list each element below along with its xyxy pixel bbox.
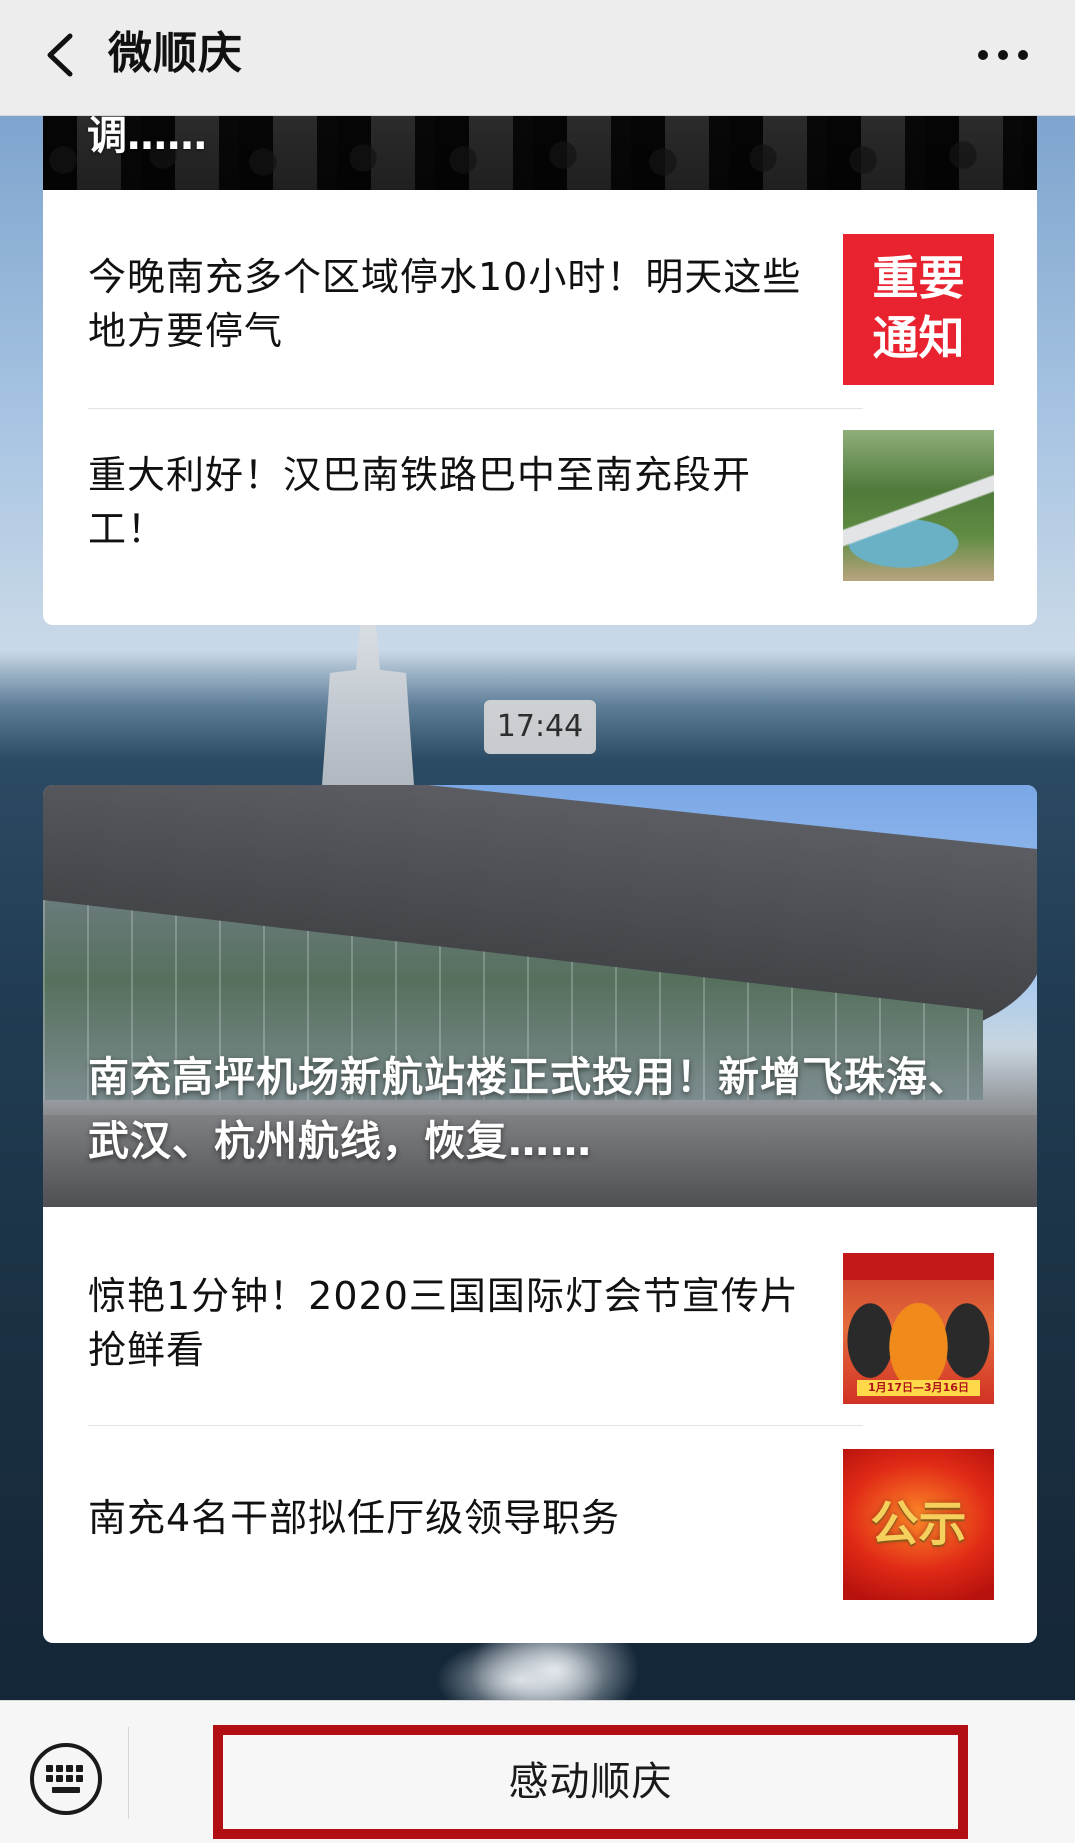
news-item-water-outage[interactable]: 今晚南充多个区域停水10小时！明天这些地方要停气 重要 通知 xyxy=(43,210,1037,410)
menu-button-gandong-shunqing[interactable]: 感动顺庆 xyxy=(213,1725,968,1839)
news-title: 南充4名干部拟任厅级领导职务 xyxy=(88,1496,621,1540)
hero-article-airport[interactable]: 南充高坪机场新航站楼正式投用！新增飞珠海、武汉、杭州航线，恢复…… xyxy=(43,785,1037,1207)
back-chevron-icon[interactable] xyxy=(38,30,88,80)
hero-title: 南充高坪机场新航站楼正式投用！新增飞珠海、武汉、杭州航线，恢复…… xyxy=(88,1053,970,1165)
news-title: 惊艳1分钟！2020三国国际灯会节宣传片抢鲜看 xyxy=(88,1274,799,1372)
top-nav-bar: 微顺庆 xyxy=(0,0,1075,116)
item-divider xyxy=(88,408,863,409)
page-title: 微顺庆 xyxy=(108,28,243,79)
item-divider xyxy=(88,1425,863,1426)
news-item-railway[interactable]: 重大利好！汉巴南铁路巴中至南充段开工！ xyxy=(43,410,1037,610)
important-notice-thumbnail: 重要 通知 xyxy=(843,234,994,385)
cover-title-fragment: 调…… xyxy=(87,113,207,159)
public-notice-thumbnail: 公示 xyxy=(843,1449,994,1600)
festival-date-caption: 1月17日—3月16日 xyxy=(857,1380,980,1396)
bottom-menu-bar: 感动顺庆 xyxy=(0,1700,1075,1843)
lantern-festival-thumbnail: 1月17日—3月16日 xyxy=(843,1253,994,1404)
keyboard-icon[interactable] xyxy=(28,1741,104,1817)
message-timestamp: 17:44 xyxy=(484,700,596,754)
notice-line-1: 重要 xyxy=(872,251,965,305)
more-dots-icon[interactable] xyxy=(975,40,1031,70)
railway-bridge-thumbnail xyxy=(843,430,994,581)
article-card-latest: 南充高坪机场新航站楼正式投用！新增飞珠海、武汉、杭州航线，恢复…… 惊艳1分钟！… xyxy=(43,785,1037,1643)
warship-illustration xyxy=(322,625,414,785)
article-card-earlier: 调…… 今晚南充多个区域停水10小时！明天这些地方要停气 重要 通知 重大利好！… xyxy=(43,100,1037,625)
bar-separator xyxy=(128,1727,129,1819)
news-item-lantern-festival[interactable]: 惊艳1分钟！2020三国国际灯会节宣传片抢鲜看 1月17日—3月16日 xyxy=(43,1207,1037,1407)
notice-line-2: 通知 xyxy=(872,311,965,365)
news-title: 今晚南充多个区域停水10小时！明天这些地方要停气 xyxy=(88,255,802,353)
news-item-cadre-appointment[interactable]: 南充4名干部拟任厅级领导职务 公示 xyxy=(43,1427,1037,1627)
news-title: 重大利好！汉巴南铁路巴中至南充段开工！ xyxy=(88,453,752,551)
menu-button-label: 感动顺庆 xyxy=(508,1759,673,1805)
